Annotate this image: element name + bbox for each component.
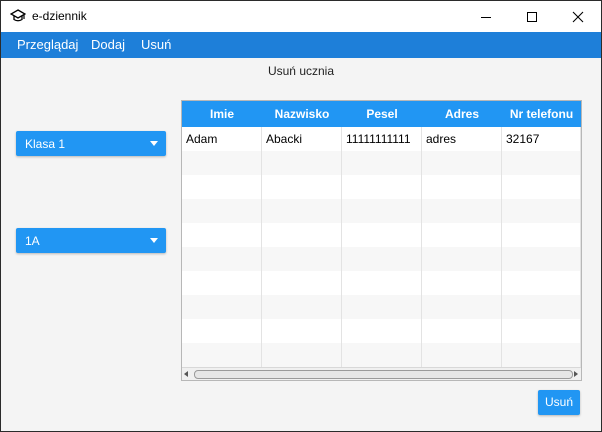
class-select[interactable]: Klasa 1 (16, 131, 166, 156)
table-cell: 32167 (502, 127, 581, 151)
column-header-imie[interactable]: Imie (182, 101, 262, 127)
table-row[interactable]: Adam Abacki 11111111111 adres 32167 (182, 127, 581, 151)
table-header: Imie Nazwisko Pesel Adres Nr telefonu (182, 101, 581, 127)
table-row-empty (182, 223, 581, 247)
table-row-empty (182, 199, 581, 223)
students-table[interactable]: Imie Nazwisko Pesel Adres Nr telefonu Ad… (181, 100, 582, 381)
app-window: e-dziennik Przeglądaj Dodaj Usuń Usuń uc… (0, 0, 602, 432)
table-row-empty (182, 343, 581, 367)
table-cell: adres (422, 127, 502, 151)
menu-bar: Przeglądaj Dodaj Usuń (1, 32, 601, 58)
table-row-empty (182, 151, 581, 175)
section-select-value: 1A (25, 234, 40, 248)
table-row-empty (182, 247, 581, 271)
table-cell: Abacki (262, 127, 342, 151)
scroll-right-icon[interactable] (574, 371, 578, 377)
maximize-icon (527, 11, 537, 22)
chevron-down-icon (150, 238, 158, 243)
minimize-icon (481, 16, 491, 18)
graduation-cap-icon (10, 9, 26, 22)
horizontal-scrollbar[interactable] (182, 367, 581, 380)
table-cell: 11111111111 (342, 127, 422, 151)
table-body: Adam Abacki 11111111111 adres 32167 (182, 127, 581, 367)
table-row-empty (182, 175, 581, 199)
close-button[interactable] (555, 1, 601, 32)
column-header-pesel[interactable]: Pesel (342, 101, 422, 127)
column-header-phone[interactable]: Nr telefonu (502, 101, 581, 127)
table-cell: Adam (182, 127, 262, 151)
page-title: Usuń ucznia (267, 64, 335, 78)
table-row-empty (182, 295, 581, 319)
minimize-button[interactable] (463, 1, 509, 32)
class-select-value: Klasa 1 (25, 137, 66, 151)
table-row-empty (182, 319, 581, 343)
maximize-button[interactable] (509, 1, 555, 32)
chevron-down-icon (150, 141, 158, 146)
close-icon (572, 11, 584, 22)
scrollbar-thumb[interactable] (194, 370, 573, 379)
title-bar[interactable]: e-dziennik (1, 1, 601, 32)
delete-button[interactable]: Usuń (538, 390, 580, 415)
menu-delete[interactable]: Usuń (141, 37, 171, 52)
section-select[interactable]: 1A (16, 228, 166, 253)
window-title: e-dziennik (32, 9, 87, 23)
table-row-empty (182, 271, 581, 295)
scroll-left-icon[interactable] (184, 371, 188, 377)
menu-add[interactable]: Dodaj (91, 37, 125, 52)
column-header-adres[interactable]: Adres (422, 101, 502, 127)
menu-browse[interactable]: Przeglądaj (17, 37, 78, 52)
column-header-nazwisko[interactable]: Nazwisko (262, 101, 342, 127)
